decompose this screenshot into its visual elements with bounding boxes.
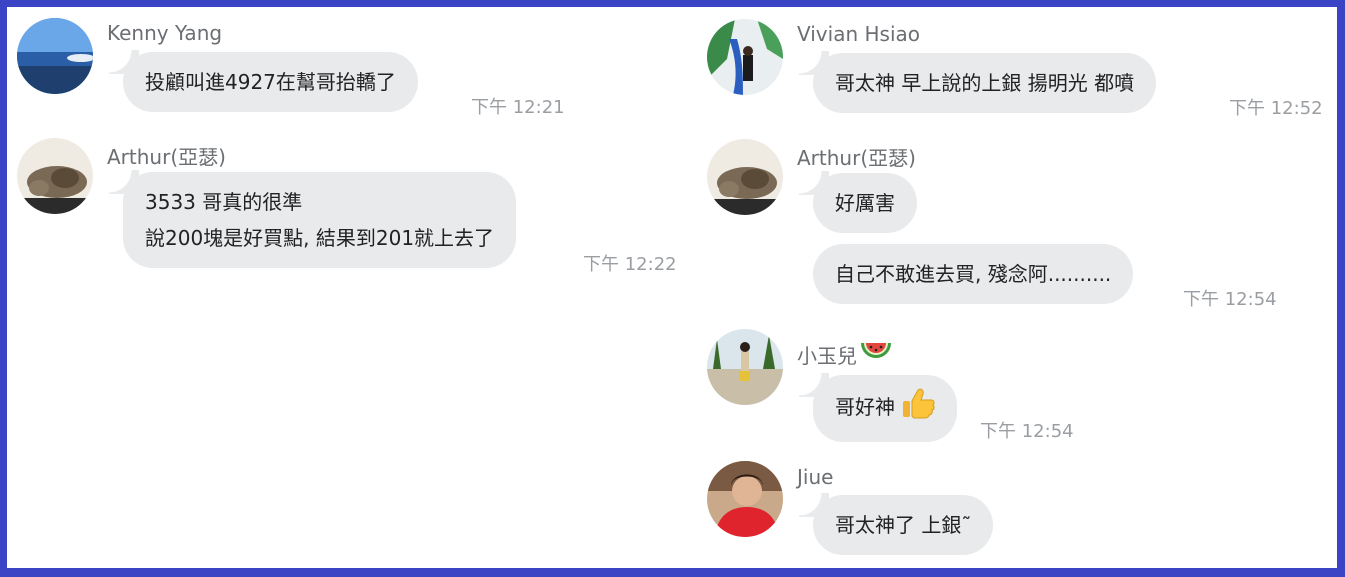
timestamp: 下午 12:22 (583, 254, 677, 275)
message-bubble[interactable]: 投顧叫進4927在幫哥抬轎了 (109, 50, 418, 112)
message-text: 自己不敢進去買, 殘念阿.......... (835, 262, 1112, 286)
message-text: 哥太神了 上銀˜ (835, 513, 972, 537)
timestamp: 下午 12:21 (471, 97, 565, 118)
sender-name: Jiue (797, 465, 834, 489)
message-line: 說200塊是好買點, 結果到201就上去了 (145, 226, 495, 250)
message-line: 3533 哥真的很準 (145, 190, 303, 214)
avatar-xiao-yu-er[interactable] (707, 329, 783, 405)
sender-name: Vivian Hsiao (797, 22, 920, 46)
message-bubble[interactable]: 哥太神 早上說的上銀 揚明光 都噴 (798, 51, 1157, 113)
message-bubble[interactable]: 3533 哥真的很準 說200塊是好買點, 結果到201就上去了 (108, 170, 517, 268)
chat-frame: Kenny Yang 投顧叫進4927在幫哥抬轎了 下午 12:21 Arthu… (7, 7, 1337, 568)
message-bubble[interactable]: 哥太神了 上銀˜ (798, 493, 994, 555)
avatar-kenny-yang[interactable] (17, 18, 93, 94)
message-text: 投顧叫進4927在幫哥抬轎了 (145, 70, 396, 94)
message-text: 好厲害 (835, 191, 895, 215)
thumbs-up-icon (901, 387, 935, 430)
watermelon-icon (859, 337, 893, 372)
sender-name-row: 小玉兒 (797, 337, 893, 372)
avatar-arthur[interactable] (17, 138, 93, 214)
sender-name: Arthur(亞瑟) (107, 145, 226, 169)
message-bubble[interactable]: 自己不敢進去買, 殘念阿.......... (813, 244, 1134, 304)
message-text: 哥好神 (835, 395, 895, 419)
avatar-jiue[interactable] (707, 461, 783, 537)
timestamp: 下午 12:54 (980, 421, 1074, 442)
sender-name: 小玉兒 (797, 344, 857, 368)
message-bubble[interactable]: 哥好神 (798, 373, 958, 442)
sender-name: Arthur(亞瑟) (797, 146, 916, 170)
avatar-vivian-hsiao[interactable] (707, 19, 783, 95)
sender-name: Kenny Yang (107, 21, 223, 45)
timestamp: 下午 12:52 (1229, 98, 1323, 119)
avatar-arthur[interactable] (707, 139, 783, 215)
timestamp: 下午 12:54 (1183, 289, 1277, 310)
message-bubble[interactable]: 好厲害 (799, 171, 917, 233)
message-text: 哥太神 早上說的上銀 揚明光 都噴 (835, 71, 1135, 95)
